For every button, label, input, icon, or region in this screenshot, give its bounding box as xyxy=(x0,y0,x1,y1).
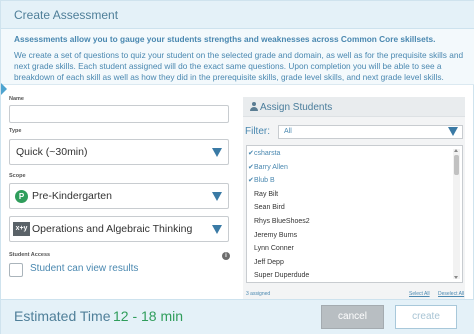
cancel-button[interactable]: cancel xyxy=(321,305,384,329)
type-select[interactable]: Quick (~30min) xyxy=(9,139,229,165)
estimated-time-value: 12 - 18 min xyxy=(113,308,184,324)
view-results-checkbox[interactable] xyxy=(9,263,23,277)
estimated-time-label: Estimated Time xyxy=(14,308,111,324)
student-name: Sean Bird xyxy=(254,204,285,212)
filter-label: Filter: xyxy=(245,126,270,137)
student-list-item[interactable]: ✔ Blub B xyxy=(247,174,452,188)
select-all-link[interactable]: Select All xyxy=(409,291,430,297)
domain-select-value: Operations and Algebraic Thinking xyxy=(32,223,193,235)
student-list[interactable]: ✔ csharsta ✔ Barry Allen ✔ Blub B Ray Bilt Sean… xyxy=(246,145,463,283)
caret-down-icon xyxy=(212,192,222,201)
scope-label: Scope xyxy=(9,173,26,179)
scroll-up-arrow-icon[interactable] xyxy=(454,149,458,152)
side-tab-arrow-icon[interactable] xyxy=(1,83,7,95)
filter-select[interactable]: All xyxy=(278,125,463,139)
student-list-item[interactable]: Sean Bird xyxy=(247,201,452,215)
grade-select[interactable]: P Pre-Kindergarten xyxy=(9,183,229,209)
intro-description: We create a set of questions to quiz you… xyxy=(14,50,464,82)
intro-panel: Assessments allow you to gauge your stud… xyxy=(1,29,474,85)
create-button[interactable]: create xyxy=(395,305,457,329)
caret-down-icon xyxy=(212,148,222,157)
modal-footer: Estimated Time 12 - 18 min cancel create xyxy=(1,299,474,334)
create-assessment-modal: Create Assessment Assessments allow you … xyxy=(0,0,474,334)
student-list-item[interactable]: Rhys BlueShoes2 xyxy=(247,215,452,229)
name-input[interactable] xyxy=(9,105,229,123)
type-label: Type xyxy=(9,128,22,134)
intro-headline: Assessments allow you to gauge your stud… xyxy=(14,34,436,44)
scroll-thumb[interactable] xyxy=(454,155,459,175)
student-list-item[interactable]: Jeff Depp xyxy=(247,256,452,270)
algebra-xy-icon: x+y xyxy=(13,222,30,236)
student-name: Super Duperdude xyxy=(254,272,310,280)
checkmark-icon: ✔ xyxy=(248,177,254,185)
view-results-label[interactable]: Student can view results xyxy=(30,263,138,274)
student-name: Blub B xyxy=(254,177,275,185)
student-access-label: Student Access xyxy=(9,252,51,258)
student-list-item[interactable]: ✔ csharsta xyxy=(247,147,452,161)
student-list-item[interactable]: Jeremy Burns xyxy=(247,229,452,243)
grade-p-icon: P xyxy=(15,190,28,203)
assigned-count: 3 assigned xyxy=(246,291,271,297)
user-icon xyxy=(249,102,259,112)
scroll-down-arrow-icon[interactable] xyxy=(454,276,458,279)
name-label: Name xyxy=(9,96,24,102)
student-list-scrollbar[interactable] xyxy=(453,149,460,279)
assign-students-title: Assign Students xyxy=(260,102,333,113)
student-name: Jeremy Burns xyxy=(254,231,298,239)
student-list-item[interactable]: ✔ Barry Allen xyxy=(247,161,452,175)
grade-select-value: Pre-Kindergarten xyxy=(32,190,112,202)
assign-students-panel: Assign Students Filter: All ✔ csharsta ✔ Ba… xyxy=(243,97,465,301)
checkmark-icon: ✔ xyxy=(248,163,254,171)
type-select-value: Quick (~30min) xyxy=(16,146,88,158)
student-list-item[interactable]: Lynn Conner xyxy=(247,242,452,256)
info-icon[interactable]: i xyxy=(222,252,230,260)
student-list-item[interactable]: Ray Bilt xyxy=(247,188,452,202)
assign-students-header: Assign Students xyxy=(243,97,465,117)
caret-down-icon xyxy=(448,127,458,136)
modal-header: Create Assessment xyxy=(1,1,474,29)
student-name: Lynn Conner xyxy=(254,245,294,253)
student-name: csharsta xyxy=(254,150,281,157)
modal-title: Create Assessment xyxy=(14,8,119,22)
student-list-item[interactable]: Super Duperdude xyxy=(247,269,452,282)
student-name: Jeff Depp xyxy=(254,258,284,266)
caret-down-icon xyxy=(212,225,222,234)
filter-select-value: All xyxy=(284,128,292,135)
checkmark-icon: ✔ xyxy=(248,150,254,157)
student-name: Ray Bilt xyxy=(254,190,279,198)
deselect-all-link[interactable]: Deselect All xyxy=(438,291,464,297)
student-name: Barry Allen xyxy=(254,163,288,171)
student-name: Rhys BlueShoes2 xyxy=(254,218,310,225)
domain-select[interactable]: x+y Operations and Algebraic Thinking xyxy=(9,216,229,242)
